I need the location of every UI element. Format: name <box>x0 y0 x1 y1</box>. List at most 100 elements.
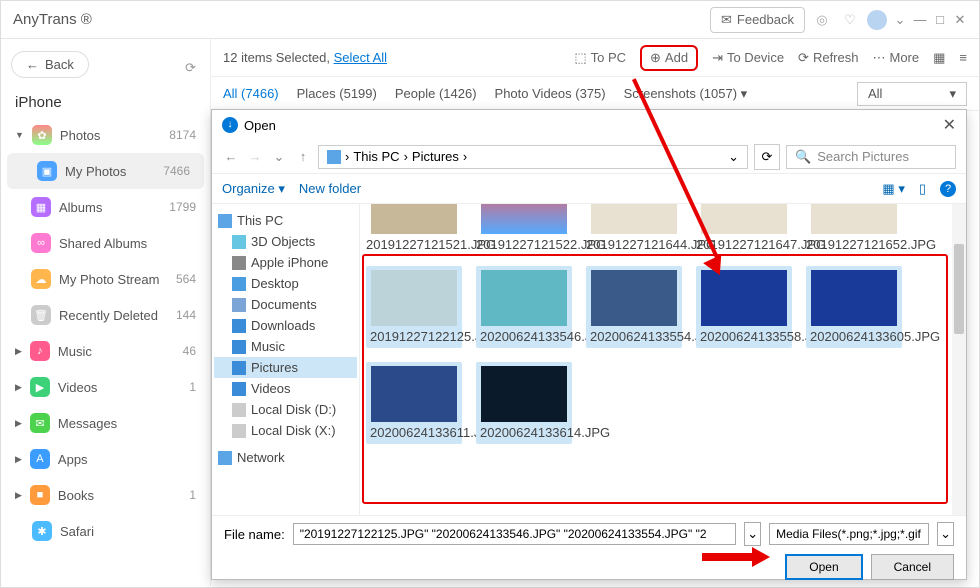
tree-3d[interactable]: 3D Objects <box>214 231 357 252</box>
refresh-icon[interactable]: ⟳ <box>185 60 196 76</box>
file-item[interactable]: 20191227121521.JPG <box>366 204 462 252</box>
tree-network[interactable]: Network <box>214 447 357 468</box>
new-folder-button[interactable]: New folder <box>299 181 361 196</box>
books-icon: ■ <box>30 485 50 505</box>
device-icon: ⇥ <box>712 50 723 66</box>
preview-pane-icon[interactable]: ▯ <box>919 181 926 197</box>
nav-photos[interactable]: ▼✿Photos8174 <box>1 117 210 153</box>
dialog-icon: ↓ <box>222 117 238 133</box>
scrollbar-thumb[interactable] <box>954 244 964 334</box>
scrollbar[interactable] <box>952 204 966 515</box>
flower-icon: ✿ <box>32 125 52 145</box>
tree-pictures[interactable]: Pictures <box>214 357 357 378</box>
phone-icon <box>232 256 246 270</box>
back-button[interactable]: ←Back <box>11 51 89 78</box>
content-toolbar: 12 items Selected, Select All ⬚To PC ⊕Ad… <box>211 39 979 77</box>
tree-music[interactable]: Music <box>214 336 357 357</box>
filter-places[interactable]: Places (5199) <box>297 86 377 101</box>
view-mode-icon[interactable]: ▦ ▾ <box>882 181 904 197</box>
arrow-head-icon <box>752 547 770 567</box>
list-view-icon[interactable]: ≡ <box>959 50 967 65</box>
selection-highlight <box>362 254 948 504</box>
close-icon[interactable]: ✕ <box>953 12 967 28</box>
folder-tree: This PC 3D Objects Apple iPhone Desktop … <box>212 204 360 515</box>
chevron-right-icon: ▶ <box>15 454 22 465</box>
tree-iphone[interactable]: Apple iPhone <box>214 252 357 273</box>
search-icon: 🔍 <box>795 149 811 165</box>
up-icon[interactable]: ↑ <box>294 149 312 164</box>
tree-videos[interactable]: Videos <box>214 378 357 399</box>
back-icon[interactable]: ← <box>222 149 240 164</box>
file-item[interactable]: 20191227121644.JPG <box>586 204 682 252</box>
search-input[interactable]: 🔍Search Pictures <box>786 145 956 169</box>
tree-docs[interactable]: Documents <box>214 294 357 315</box>
nav-safari[interactable]: ✱Safari <box>1 513 210 549</box>
history-icon[interactable]: ⌄ <box>270 149 288 165</box>
tree-disk-d[interactable]: Local Disk (D:) <box>214 399 357 420</box>
nav-apps[interactable]: ▶AApps <box>1 441 210 477</box>
avatar[interactable] <box>867 10 887 30</box>
nav-stream[interactable]: ☁My Photo Stream564 <box>1 261 210 297</box>
open-button[interactable]: Open <box>785 554 862 580</box>
chevron-down-icon[interactable]: ⌄ <box>893 12 907 28</box>
export-icon: ⬚ <box>574 50 586 66</box>
tree-downloads[interactable]: Downloads <box>214 315 357 336</box>
maximize-icon[interactable]: □ <box>933 12 947 27</box>
filetype-select[interactable] <box>769 523 929 545</box>
tree-disk-x[interactable]: Local Disk (X:) <box>214 420 357 441</box>
nav-videos[interactable]: ▶▶Videos1 <box>1 369 210 405</box>
nav-recent[interactable]: 🗑Recently Deleted144 <box>1 297 210 333</box>
plus-icon: ⊕ <box>650 50 661 66</box>
tshirt-icon[interactable]: ♡ <box>839 9 861 31</box>
dialog-title: Open <box>244 118 276 133</box>
grid-view-icon[interactable]: ▦ <box>933 50 945 66</box>
breadcrumb[interactable]: › This PC› Pictures› ⌄ <box>318 145 748 169</box>
filename-dropdown-icon[interactable]: ⌄ <box>744 522 761 546</box>
filter-dropdown[interactable]: All▾ <box>857 82 967 106</box>
video-icon: ▶ <box>30 377 50 397</box>
nav-messages[interactable]: ▶✉Messages <box>1 405 210 441</box>
feedback-button[interactable]: ✉Feedback <box>710 7 805 33</box>
help-icon[interactable]: ◎ <box>811 9 833 31</box>
select-all-link[interactable]: Select All <box>334 50 387 65</box>
nav-albums[interactable]: ▦Albums1799 <box>1 189 210 225</box>
documents-icon <box>232 298 246 312</box>
to-pc-button[interactable]: ⬚To PC <box>574 50 626 66</box>
tree-this-pc[interactable]: This PC <box>214 210 357 231</box>
filter-people[interactable]: People (1426) <box>395 86 477 101</box>
nav-books[interactable]: ▶■Books1 <box>1 477 210 513</box>
nav-my-photos[interactable]: ▣My Photos7466 <box>7 153 204 189</box>
minimize-icon[interactable]: — <box>913 12 927 27</box>
close-icon[interactable]: ✕ <box>943 115 956 135</box>
file-item[interactable]: 20191227121652.JPG <box>806 204 902 252</box>
selection-text: 12 items Selected, <box>223 50 334 65</box>
forward-icon[interactable]: → <box>246 149 264 164</box>
add-button[interactable]: ⊕Add <box>640 45 698 71</box>
nav-shared[interactable]: ∞Shared Albums <box>1 225 210 261</box>
disk-icon <box>232 424 246 438</box>
chevron-down-icon[interactable]: ⌄ <box>728 149 739 165</box>
photo-icon: ▣ <box>37 161 57 181</box>
cancel-button[interactable]: Cancel <box>871 554 954 580</box>
filter-all[interactable]: All (7466) <box>223 86 279 101</box>
to-device-button[interactable]: ⇥To Device <box>712 50 784 66</box>
tree-desktop[interactable]: Desktop <box>214 273 357 294</box>
network-icon <box>218 451 232 465</box>
pictures-icon <box>232 361 246 375</box>
safari-icon: ✱ <box>32 521 52 541</box>
organize-menu[interactable]: Organize ▾ <box>222 181 285 197</box>
refresh-icon[interactable]: ⟳ <box>754 144 780 170</box>
pc-icon <box>327 150 341 164</box>
music-icon: ♪ <box>30 341 50 361</box>
help-icon[interactable]: ? <box>940 181 956 197</box>
filename-input[interactable] <box>293 523 736 545</box>
file-item[interactable]: 20191227121522.JPG <box>476 204 572 252</box>
nav-music[interactable]: ▶♪Music46 <box>1 333 210 369</box>
file-grid: 20191227121521.JPG 20191227121522.JPG 20… <box>360 204 966 515</box>
refresh-button[interactable]: ⟳Refresh <box>798 50 858 66</box>
more-button[interactable]: ⋯More <box>872 50 919 66</box>
filetype-dropdown-icon[interactable]: ⌄ <box>937 522 954 546</box>
filter-photo-videos[interactable]: Photo Videos (375) <box>495 86 606 101</box>
trash-icon: 🗑 <box>31 305 51 325</box>
app-name: AnyTrans ® <box>13 11 92 28</box>
